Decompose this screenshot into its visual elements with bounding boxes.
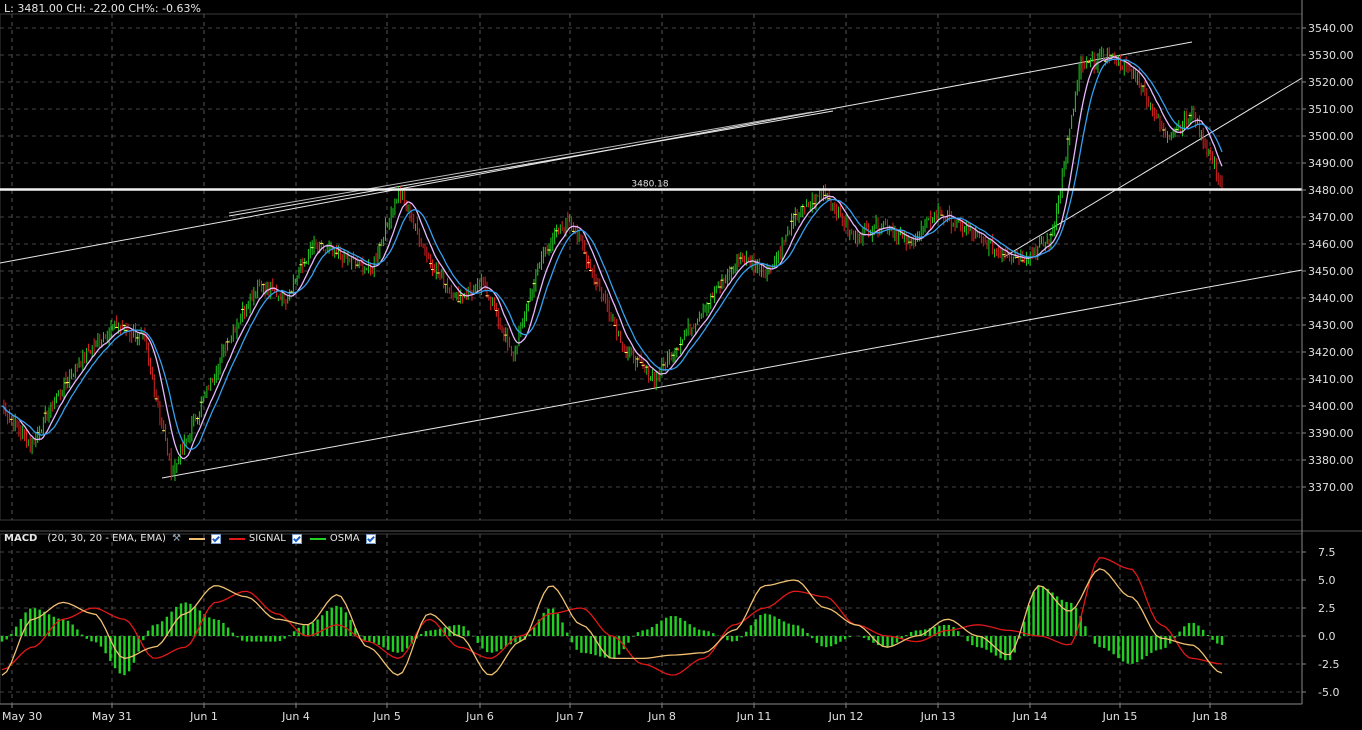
- moving-averages: [1, 56, 1223, 460]
- price-tick-label: 3400.00: [1308, 400, 1354, 413]
- osma-checkbox-icon[interactable]: [365, 533, 376, 544]
- price-tick-label: 3390.00: [1308, 427, 1354, 440]
- price-tick-label: 3530.00: [1308, 49, 1354, 62]
- time-label: Jun 7: [555, 710, 584, 723]
- macd-tick-label: 7.5: [1318, 546, 1336, 559]
- price-tick-label: 3520.00: [1308, 76, 1354, 89]
- price-tick-label: 3540.00: [1308, 22, 1354, 35]
- time-label: Jun 5: [372, 710, 401, 723]
- time-label: May 31: [92, 710, 132, 723]
- price-tick-label: 3460.00: [1308, 238, 1354, 251]
- price-tick-label: 3450.00: [1308, 265, 1354, 278]
- macd-params: (20, 30, 20 - EMA, EMA): [47, 533, 166, 544]
- price-candles[interactable]: [3, 46, 1223, 481]
- osma-label: OSMA: [329, 533, 360, 544]
- trendline[interactable]: [228, 110, 834, 217]
- time-label: Jun 6: [465, 710, 494, 723]
- price-tick-label: 3430.00: [1308, 319, 1354, 332]
- ma-fast-line: [1, 56, 1223, 460]
- macd-title: MACD: [4, 533, 38, 544]
- macd-panel[interactable]: [0, 557, 1224, 676]
- macd-tick-label: -2.5: [1318, 658, 1339, 671]
- price-tick-label: 3410.00: [1308, 373, 1354, 386]
- time-label: Jun 8: [647, 710, 676, 723]
- macd-legend: MACD (20, 30, 20 - EMA, EMA) ⚒ SIGNAL OS…: [4, 532, 380, 545]
- price-tick-label: 3380.00: [1308, 454, 1354, 467]
- time-label: Jun 11: [736, 710, 772, 723]
- price-tick-label: 3480.00: [1308, 184, 1354, 197]
- time-label: Jun 4: [281, 710, 310, 723]
- price-panel-frame: [0, 13, 1303, 521]
- horizontal-price-line[interactable]: 3480.18: [0, 180, 1302, 191]
- price-tick-label: 3440.00: [1308, 292, 1354, 305]
- macd-tick-label: -5.0: [1318, 686, 1339, 699]
- price-tick-label: 3470.00: [1308, 211, 1354, 224]
- macd-tick-label: 5.0: [1318, 574, 1336, 587]
- price-tick-label: 3500.00: [1308, 130, 1354, 143]
- trendline[interactable]: [228, 111, 813, 214]
- time-label: Jun 15: [1102, 710, 1138, 723]
- time-label: Jun 18: [1192, 710, 1228, 723]
- trendlines: [0, 41, 1303, 479]
- price-tick-label: 3510.00: [1308, 103, 1354, 116]
- macd-tick-label: 2.5: [1318, 602, 1336, 615]
- signal-checkbox-icon[interactable]: [291, 533, 302, 544]
- trendline[interactable]: [161, 269, 1303, 479]
- time-label: May 30: [2, 710, 42, 723]
- macd-tick-label: 0.0: [1318, 630, 1336, 643]
- horizontal-line-label: 3480.18: [631, 180, 668, 190]
- price-tick-label: 3420.00: [1308, 346, 1354, 359]
- price-readout: L: 3481.00 CH: -22.00 CH%: -0.63%: [4, 2, 201, 15]
- signal-swatch: [228, 537, 245, 540]
- trendline[interactable]: [1003, 77, 1303, 258]
- wrench-icon[interactable]: ⚒: [172, 533, 181, 544]
- time-label: Jun 14: [1012, 710, 1048, 723]
- trading-chart[interactable]: 3480.18 3540.00 3530.00 3520.00 3510.00 3500…: [0, 0, 1362, 730]
- price-tick-label: 3490.00: [1308, 157, 1354, 170]
- macd-line-checkbox-icon[interactable]: [210, 533, 221, 544]
- signal-label: SIGNAL: [248, 533, 286, 544]
- osma-swatch: [309, 537, 326, 540]
- macd-line-swatch: [188, 537, 205, 540]
- price-tick-label: 3370.00: [1308, 481, 1354, 494]
- time-label: Jun 12: [828, 710, 864, 723]
- time-label: Jun 13: [920, 710, 956, 723]
- time-label: Jun 1: [189, 710, 218, 723]
